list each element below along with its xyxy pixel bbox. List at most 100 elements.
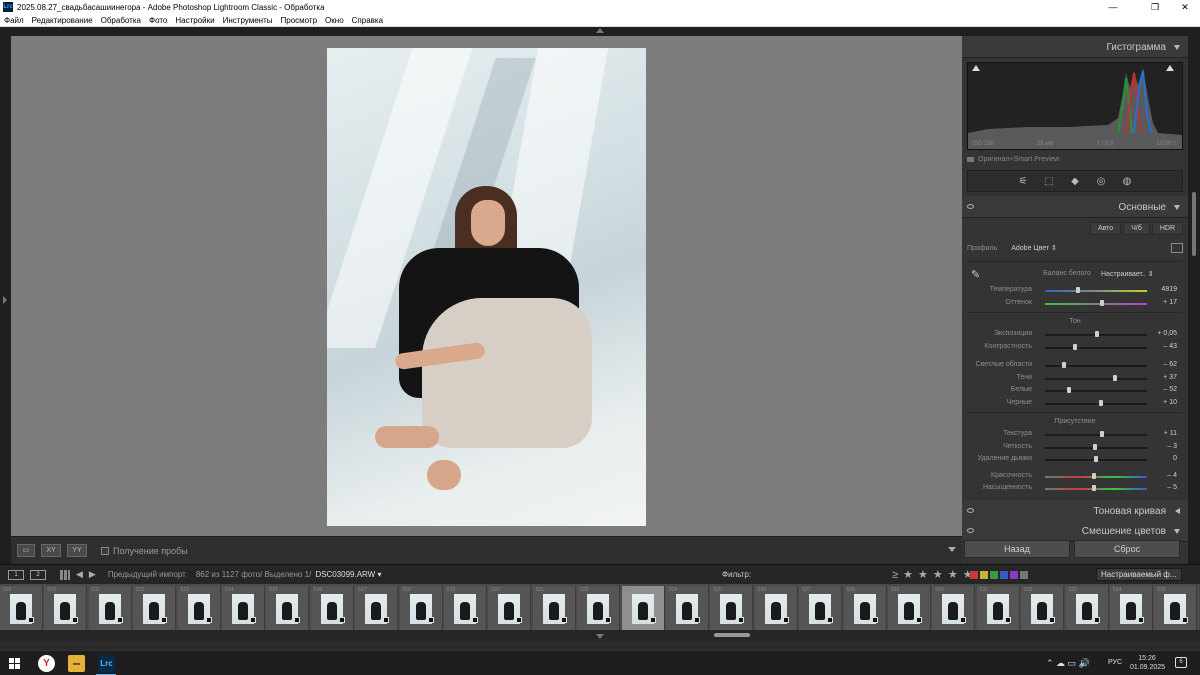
lightroom-taskbar-icon[interactable]: Lrc (98, 655, 115, 672)
language-indicator[interactable]: РУС (1108, 659, 1122, 666)
file-name[interactable]: DSC03099.ARW ▾ (315, 570, 381, 579)
clock[interactable]: 15:26 01.09.2025 (1130, 654, 1165, 672)
reset-button[interactable]: Сброс (1074, 540, 1180, 558)
collapse-down-icon[interactable] (596, 634, 604, 639)
red-eye-icon[interactable]: ◎ (1093, 176, 1109, 187)
slider-knob[interactable] (1092, 443, 1097, 450)
filmstrip-thumbnail[interactable]: 523 (621, 586, 665, 630)
eye-icon[interactable] (967, 204, 974, 209)
slider-row[interactable]: Тени + 37 (967, 372, 1183, 385)
filmstrip-thumbnail[interactable]: 519 (444, 586, 487, 630)
red-label-swatch[interactable] (970, 571, 978, 579)
filmstrip-thumbnail[interactable]: 516 (310, 586, 354, 630)
left-panel-toggle[interactable] (0, 36, 11, 564)
filmstrip-thumbnail[interactable]: 534 (1110, 586, 1153, 630)
menu-help[interactable]: Справка (348, 16, 387, 25)
rating-filter[interactable]: ≥ ★ ★ ★ ★ ★ (892, 568, 974, 581)
image-view[interactable] (11, 36, 962, 536)
filmstrip-thumbnail[interactable]: 533 (1065, 586, 1109, 630)
filmstrip-thumbnail[interactable]: 526 (754, 586, 798, 630)
filmstrip-thumbnail[interactable]: 510 (44, 586, 88, 630)
slider-track[interactable] (1045, 488, 1147, 490)
secondary-monitor-button[interactable]: 2 (30, 569, 46, 580)
filmstrip-thumbnail[interactable]: 527 (799, 586, 843, 630)
gray-label-swatch[interactable] (1020, 571, 1028, 579)
hdr-button[interactable]: HDR (1151, 222, 1183, 235)
bw-button[interactable]: Ч/б (1123, 222, 1150, 235)
filmstrip-thumbnail[interactable]: 511 (88, 586, 132, 630)
soft-proof-checkbox[interactable] (101, 546, 109, 555)
slider-value[interactable]: + 37 (1163, 374, 1177, 381)
blue-label-swatch[interactable] (1000, 571, 1008, 579)
slider-knob[interactable] (1072, 343, 1077, 350)
filter-preset-select[interactable]: Настраиваемый ф... (1096, 568, 1182, 581)
slider-knob[interactable] (1095, 331, 1100, 337)
notification-icon[interactable]: 6 (1175, 657, 1187, 668)
windows-start-icon[interactable] (9, 658, 20, 669)
filmstrip-thumbnail[interactable]: 512 (133, 586, 177, 630)
slider-knob[interactable] (1113, 374, 1118, 381)
close-button[interactable]: ✕ (1170, 0, 1200, 14)
maximize-button[interactable]: ❐ (1140, 0, 1170, 14)
slider-row[interactable]: Светлые области – 62 (967, 359, 1183, 372)
slider-track[interactable] (1045, 365, 1147, 367)
filmstrip-scroll-thumb[interactable] (714, 633, 750, 637)
histogram-header[interactable]: Гистограмма (962, 36, 1188, 58)
source-label[interactable]: Предыдущий импорт (108, 570, 186, 579)
slider-value[interactable]: – 62 (1163, 361, 1177, 368)
slider-value[interactable]: – 4 (1167, 472, 1177, 479)
photo-preview[interactable] (327, 48, 646, 526)
slider-track[interactable] (1045, 434, 1147, 436)
slider-value[interactable]: – 43 (1163, 343, 1177, 350)
eye-icon[interactable] (967, 528, 974, 533)
green-label-swatch[interactable] (990, 571, 998, 579)
filmstrip-thumbnail[interactable]: 529 (888, 586, 931, 630)
slider-value[interactable]: 4819 (1161, 286, 1177, 293)
slider-value[interactable]: + 10 (1163, 399, 1177, 406)
slider-track[interactable] (1045, 290, 1147, 292)
loupe-view-button[interactable]: ▭ (17, 544, 35, 557)
slider-track[interactable] (1045, 302, 1147, 305)
filmstrip-thumbnail[interactable]: 521 (532, 586, 576, 630)
prev-arrow-icon[interactable]: ◀ (76, 569, 83, 580)
slider-value[interactable]: 0 (1173, 455, 1177, 462)
slider-row[interactable]: Удаление дымки 0 (967, 453, 1183, 466)
slider-track[interactable] (1045, 377, 1147, 380)
system-tray-icons[interactable]: ⌃ ☁ ▭ 🔊 (1046, 658, 1090, 669)
filmstrip-scrollbar[interactable] (0, 630, 1200, 641)
compare-view-button[interactable]: XY (41, 544, 61, 557)
menu-view[interactable]: Просмотр (277, 16, 322, 25)
slider-row[interactable]: Оттенок + 17 (967, 297, 1183, 310)
slider-row[interactable]: Насыщенность – 5 (967, 482, 1183, 495)
slider-row[interactable]: Красочность – 4 (967, 470, 1183, 483)
primary-monitor-button[interactable]: 1 (8, 569, 24, 580)
menu-settings[interactable]: Настройки (171, 16, 218, 25)
slider-knob[interactable] (1099, 399, 1104, 406)
filmstrip-thumbnail[interactable]: 530 (932, 586, 976, 630)
slider-row[interactable]: Температура 4819 (967, 284, 1183, 297)
slider-knob[interactable] (1067, 387, 1072, 393)
slider-value[interactable]: – 3 (1167, 443, 1177, 450)
slider-row[interactable]: Контрастность – 43 (967, 341, 1183, 354)
basic-header[interactable]: Основные (962, 196, 1188, 218)
menu-file[interactable]: Файл (0, 16, 28, 25)
slider-row[interactable]: Текстура + 11 (967, 428, 1183, 441)
filmstrip-thumbnail[interactable]: 513 (177, 586, 221, 630)
menu-window[interactable]: Окно (321, 16, 348, 25)
toolbar-menu-icon[interactable] (948, 547, 956, 552)
filmstrip-thumbnail[interactable]: 518 (399, 586, 443, 630)
wb-select[interactable]: Настраивает.. ⇕ (1101, 270, 1154, 278)
slider-knob[interactable] (1075, 287, 1080, 293)
slider-value[interactable]: – 5 (1167, 484, 1177, 491)
slider-knob[interactable] (1100, 431, 1105, 437)
slider-track[interactable] (1045, 475, 1147, 478)
filmstrip-thumbnail[interactable]: 525 (710, 586, 754, 630)
menu-edit[interactable]: Редактирование (28, 16, 97, 25)
next-arrow-icon[interactable]: ▶ (89, 569, 96, 580)
minimize-button[interactable]: — (1098, 0, 1128, 14)
edit-sliders-icon[interactable]: ⚟ (1015, 176, 1031, 187)
slider-knob[interactable] (1094, 456, 1098, 462)
yandex-browser-icon[interactable]: Y (38, 655, 55, 672)
filmstrip-thumbnail[interactable]: 531 (976, 586, 1020, 630)
menu-tools[interactable]: Инструменты (219, 16, 277, 25)
